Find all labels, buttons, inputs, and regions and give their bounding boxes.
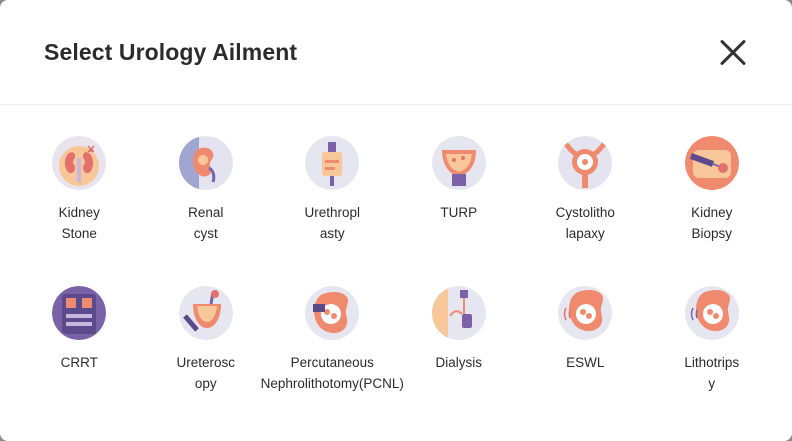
lithotripsy-icon [684,286,739,340]
dialysis-icon [431,286,486,340]
crrt-icon [52,286,107,340]
ailment-item-cystolitholapaxy[interactable]: Cystolitholapaxy [522,136,649,286]
ailment-item-kidney-stone[interactable]: Kidney Stone [16,136,143,286]
ailment-label: Cystolitholapaxy [555,205,615,241]
close-icon[interactable] [718,37,748,67]
renal-cyst-icon [178,136,233,190]
ailment-label: Kidney Stone [58,205,100,241]
ailment-item-ureteroscopy[interactable]: Ureteroscopy [143,286,270,436]
ailment-label: TURP [440,205,478,220]
ailment-item-lithotripsy[interactable]: Lithotripsy [649,286,776,436]
modal-title: Select Urology Ailment [44,38,298,65]
ailment-label: CRRT [60,355,98,370]
ailment-label: Percutaneous Nephrolithotomy(PCNL) [260,355,404,391]
ailment-label: Lithotripsy [684,355,740,391]
ailment-item-urethroplasty[interactable]: Urethroplasty [269,136,396,286]
ailment-item-turp[interactable]: TURP [396,136,523,286]
ailment-label: Ureteroscopy [176,355,235,391]
ailment-label: Urethroplasty [304,205,361,241]
ailment-label: Kidney Biopsy [691,205,733,241]
kidney-biopsy-icon [684,136,739,190]
ailment-item-renal-cyst[interactable]: Renal cyst [143,136,270,286]
ailment-label: Renal cyst [188,205,224,241]
ailment-item-eswl[interactable]: ESWL [522,286,649,436]
ailment-item-kidney-biopsy[interactable]: Kidney Biopsy [649,136,776,286]
ailment-item-pcnl[interactable]: Percutaneous Nephrolithotomy(PCNL) [261,286,404,436]
ailment-modal: Select Urology Ailment Kidney Stone Rena… [0,0,792,441]
ailment-grid: Kidney Stone Renal cyst Urethroplasty TU… [16,136,776,436]
ailment-item-crrt[interactable]: CRRT [16,286,143,436]
kidney-stone-icon [52,136,107,190]
cystolitholapaxy-icon [558,136,613,190]
eswl-icon [558,286,613,340]
ureteroscopy-icon [178,286,233,340]
modal-header: Select Urology Ailment [0,0,792,105]
ailment-label: ESWL [566,355,605,370]
ailment-item-dialysis[interactable]: Dialysis [396,286,523,436]
turp-icon [431,136,486,190]
urethroplasty-icon [305,136,360,190]
ailment-label: Dialysis [435,355,482,370]
pcnl-icon [305,286,360,340]
